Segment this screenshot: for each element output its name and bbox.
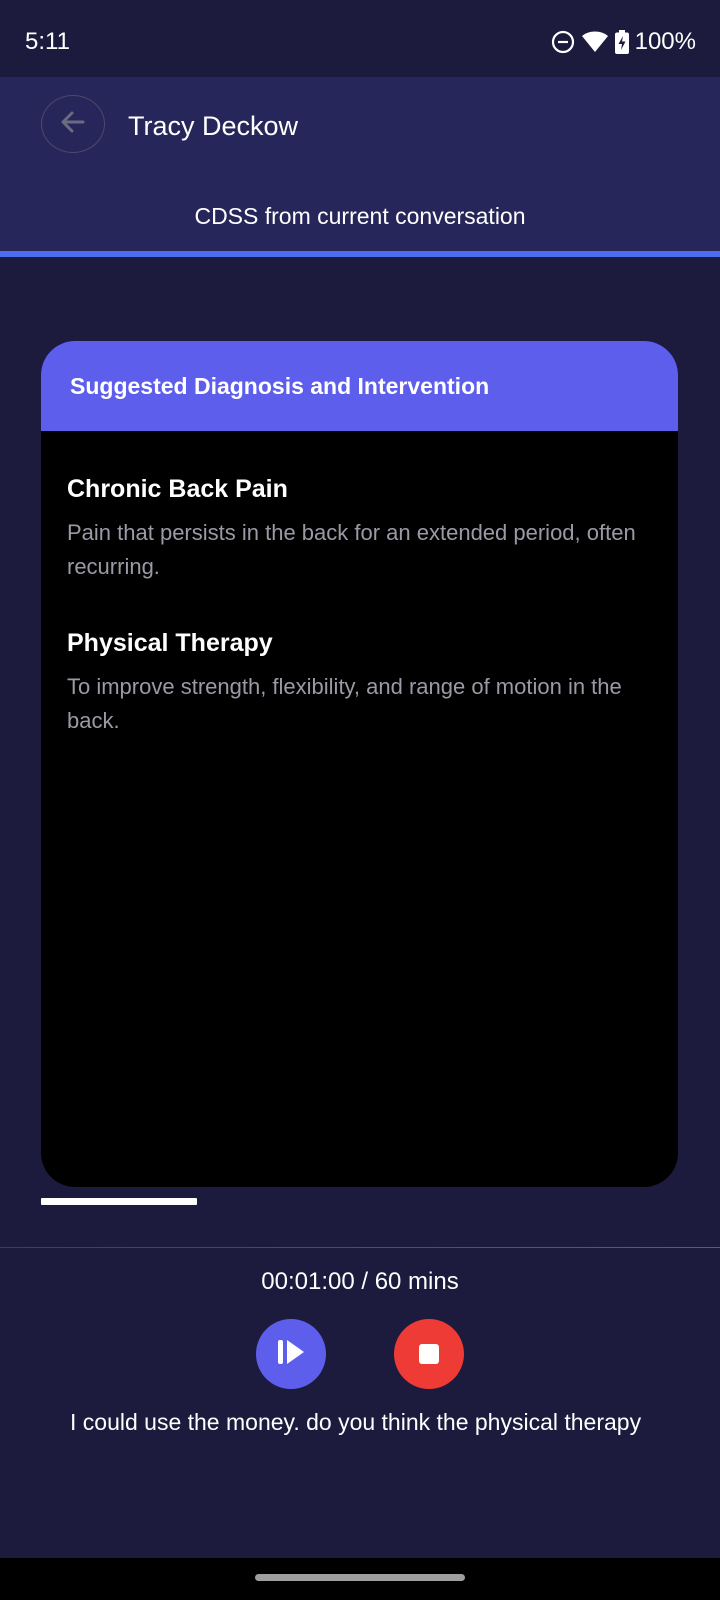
suggestion-item: Physical Therapy To improve strength, fl… [67,629,652,738]
battery-level: 100% [634,28,696,55]
status-bar: 5:11 100% [0,0,720,77]
app-header: Tracy Deckow CDSS from current conversat… [0,77,720,251]
intervention-title: Physical Therapy [67,629,273,657]
page-indicator [41,1198,197,1205]
suggestion-item: Chronic Back Pain Pain that persists in … [67,475,652,584]
do-not-disturb-icon [551,30,575,54]
diagnosis-description: Pain that persists in the back for an ex… [67,520,636,579]
status-time: 5:11 [25,28,70,55]
intervention-description: To improve strength, flexibility, and ra… [67,674,622,733]
card-body: Chronic Back Pain Pain that persists in … [41,431,678,738]
resume-button[interactable] [256,1319,326,1389]
diagnosis-title: Chronic Back Pain [67,475,288,503]
tab-indicator [0,251,720,257]
navigation-bar [0,1558,720,1600]
divider [0,1247,720,1248]
card-header: Suggested Diagnosis and Intervention [41,341,678,431]
suggestion-card: Suggested Diagnosis and Intervention Chr… [41,341,678,1187]
status-icons: 100% [551,28,696,56]
recording-timer: 00:01:00 / 60 mins [261,1268,459,1295]
card-title: Suggested Diagnosis and Intervention [70,372,490,399]
battery-charging-icon [614,30,629,54]
stop-icon [419,1344,439,1364]
tab-cdss[interactable]: CDSS from current conversation [0,203,720,230]
live-transcript: I could use the money. do you think the … [70,1409,642,1435]
arrow-left-icon [59,108,87,141]
stop-button[interactable] [394,1319,464,1389]
page-title: Tracy Deckow [128,111,299,141]
home-gesture-handle[interactable] [255,1574,465,1581]
wifi-icon [581,30,609,54]
back-button[interactable] [41,95,105,153]
resume-icon [273,1334,309,1375]
